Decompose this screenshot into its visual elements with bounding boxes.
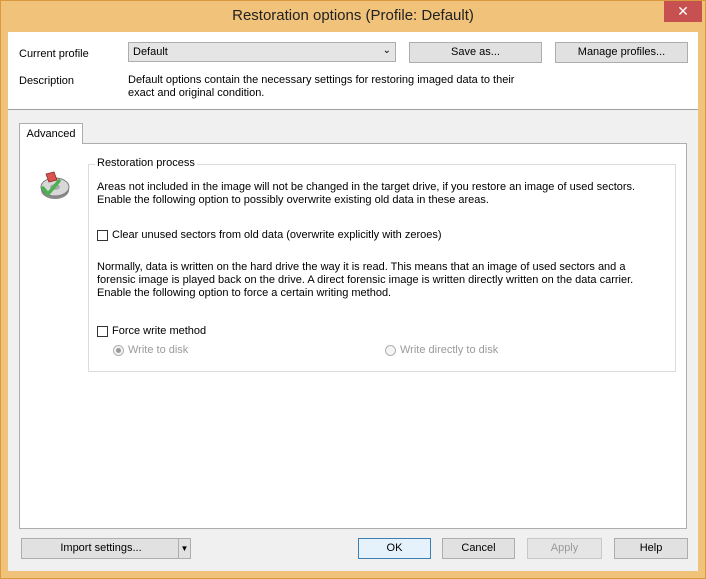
write-directly-option[interactable]: Write directly to disk <box>385 344 498 356</box>
write-directly-radio[interactable] <box>385 344 396 356</box>
tab-advanced[interactable]: Advanced <box>19 123 83 144</box>
apply-button: Apply <box>527 538 602 559</box>
write-method-description: Normally, data is written on the hard dr… <box>97 261 634 299</box>
force-write-label: Force write method <box>112 325 207 337</box>
advanced-tab-panel: Restoration process Areas not included i… <box>19 143 687 529</box>
restoration-options-window: Restoration options (Profile: Default) ✕… <box>0 0 706 579</box>
help-button[interactable]: Help <box>614 538 688 559</box>
clear-unused-label: Clear unused sectors from old data (over… <box>112 229 442 241</box>
force-write-option[interactable]: Force write method <box>97 325 206 337</box>
profile-header: Current profile Default ⌄ Save as... Man… <box>8 32 698 110</box>
ok-button[interactable]: OK <box>358 538 431 559</box>
cancel-button[interactable]: Cancel <box>442 538 515 559</box>
clear-unused-checkbox[interactable] <box>97 229 108 241</box>
group-title: Restoration process <box>95 157 197 169</box>
write-to-disk-radio[interactable] <box>113 344 124 356</box>
window-title: Restoration options (Profile: Default) <box>232 7 474 24</box>
manage-profiles-button[interactable]: Manage profiles... <box>555 42 688 63</box>
dialog-client: Current profile Default ⌄ Save as... Man… <box>8 32 698 571</box>
clear-unused-option[interactable]: Clear unused sectors from old data (over… <box>97 229 442 241</box>
restoration-process-group: Restoration process Areas not included i… <box>88 157 676 372</box>
dropdown-arrow-icon[interactable]: ▼ <box>178 539 190 558</box>
force-write-checkbox[interactable] <box>97 325 108 337</box>
write-to-disk-option[interactable]: Write to disk <box>113 344 188 356</box>
description-label: Description <box>19 75 75 87</box>
profile-combo[interactable]: Default ⌄ <box>128 42 396 62</box>
chevron-down-icon: ⌄ <box>382 45 391 56</box>
profile-combo-value: Default <box>133 46 168 58</box>
current-profile-label: Current profile <box>19 48 89 60</box>
close-icon: ✕ <box>677 3 689 19</box>
description-text: Default options contain the necessary se… <box>128 74 515 99</box>
restore-drive-icon <box>37 168 73 204</box>
write-directly-label: Write directly to disk <box>400 344 499 356</box>
import-settings-button[interactable]: Import settings... ▼ <box>21 538 191 559</box>
write-to-disk-label: Write to disk <box>128 344 189 356</box>
save-as-button[interactable]: Save as... <box>409 42 542 63</box>
close-button[interactable]: ✕ <box>664 1 702 22</box>
import-settings-label: Import settings... <box>60 542 142 554</box>
title-bar[interactable]: Restoration options (Profile: Default) ✕ <box>1 1 705 32</box>
unused-areas-description: Areas not included in the image will not… <box>97 181 636 206</box>
